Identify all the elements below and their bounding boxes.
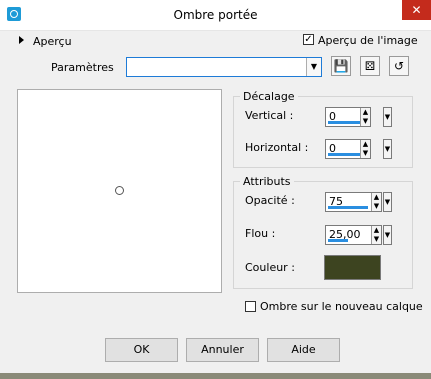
chevron-down-icon[interactable]: ▼ — [306, 58, 321, 76]
help-button[interactable]: Aide — [267, 338, 340, 362]
reset-icon: ↺ — [393, 59, 405, 73]
spin-arrows-icon[interactable]: ▲ ▼ — [360, 108, 370, 126]
reset-button[interactable]: ↺ — [389, 56, 409, 76]
horizontal-dropdown-button[interactable]: ▼ — [383, 139, 392, 159]
opacity-spinbox[interactable]: 75 ▲ ▼ — [325, 192, 382, 212]
cancel-button[interactable]: Annuler — [186, 338, 259, 362]
randomize-button[interactable]: ⚄ — [360, 56, 380, 76]
vertical-slider-bar[interactable] — [328, 121, 360, 124]
blur-spinbox[interactable]: 25,00 ▲ ▼ — [325, 225, 382, 245]
ok-button[interactable]: OK — [105, 338, 178, 362]
dice-icon: ⚄ — [364, 59, 376, 73]
new-layer-checkbox[interactable] — [245, 301, 256, 312]
opacity-label: Opacité : — [245, 194, 295, 207]
horizontal-label: Horizontal : — [245, 141, 309, 154]
save-preset-button[interactable]: 💾 — [331, 56, 351, 76]
spin-arrows-icon[interactable]: ▲ ▼ — [371, 193, 381, 211]
save-icon: 💾 — [333, 59, 349, 73]
blur-dropdown-button[interactable]: ▼ — [383, 225, 392, 245]
shadow-color-swatch[interactable] — [324, 255, 381, 280]
preview-image-checkbox[interactable]: ✓ — [303, 34, 314, 45]
vertical-spinbox[interactable]: 0 ▲ ▼ — [325, 107, 371, 127]
preview-canvas[interactable] — [17, 89, 222, 293]
vertical-dropdown-button[interactable]: ▼ — [383, 107, 392, 127]
horizontal-slider-bar[interactable] — [328, 153, 360, 156]
preview-image-label[interactable]: Aperçu de l'image — [318, 34, 418, 47]
close-button[interactable]: ✕ — [402, 0, 431, 20]
background-strip — [0, 373, 431, 379]
expand-preview-icon[interactable] — [19, 36, 24, 44]
spin-arrows-icon[interactable]: ▲ ▼ — [360, 140, 370, 158]
color-label: Couleur : — [245, 261, 295, 274]
blur-label: Flou : — [245, 227, 276, 240]
spin-arrows-icon[interactable]: ▲ ▼ — [371, 226, 381, 244]
new-layer-label[interactable]: Ombre sur le nouveau calque — [260, 300, 423, 313]
vertical-label: Vertical : — [245, 109, 294, 122]
presets-dropdown[interactable]: ▼ — [126, 57, 322, 77]
window-title: Ombre portée — [173, 8, 258, 22]
offset-group-title: Décalage — [240, 90, 298, 103]
opacity-dropdown-button[interactable]: ▼ — [383, 192, 392, 212]
preview-toggle-label[interactable]: Aperçu — [33, 35, 72, 48]
presets-label: Paramètres — [51, 61, 114, 74]
opacity-slider-bar[interactable] — [328, 206, 368, 209]
title-bar: Ombre portée ✕ — [0, 0, 431, 31]
horizontal-spinbox[interactable]: 0 ▲ ▼ — [325, 139, 371, 159]
blur-slider-bar[interactable] — [328, 239, 348, 242]
attributes-group-title: Attributs — [240, 175, 294, 188]
offset-handle[interactable] — [115, 186, 124, 195]
